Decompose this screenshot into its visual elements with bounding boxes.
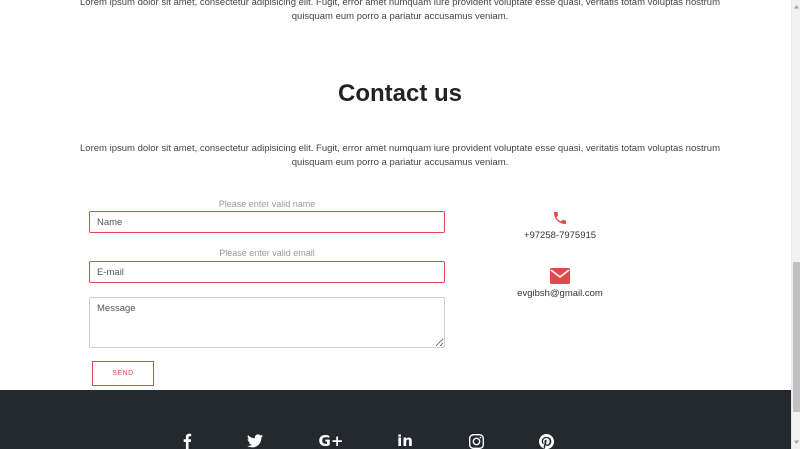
page-scrollbar[interactable] — [791, 0, 800, 449]
email-input[interactable] — [89, 261, 445, 283]
name-input[interactable] — [89, 211, 445, 233]
facebook-icon[interactable] — [175, 432, 199, 449]
twitter-glyph — [247, 434, 263, 448]
message-textarea[interactable] — [89, 297, 445, 348]
about-text: Lorem ipsum dolor sit amet, consectetur … — [80, 0, 720, 22]
google-plus-icon[interactable]: G+ — [318, 432, 344, 449]
pinterest-icon[interactable] — [534, 432, 558, 449]
scrollbar-thumb[interactable] — [793, 262, 800, 412]
google-plus-label: G+ — [318, 432, 344, 449]
instagram-glyph — [468, 433, 484, 449]
scroll-up-arrow-icon[interactable] — [793, 2, 800, 12]
name-validation-hint: Please enter valid name — [218, 199, 316, 209]
contact-lead-text: Lorem ipsum dolor sit amet, consectetur … — [80, 143, 720, 168]
scroll-down-arrow-icon[interactable] — [793, 437, 800, 447]
email-validation-hint: Please enter valid email — [219, 248, 315, 258]
phone-number: +97258-7975915 — [523, 230, 597, 241]
email-address: evgibsh@gmail.com — [517, 288, 603, 299]
phone-contact: +97258-7975915 — [480, 210, 640, 241]
email-contact: evgibsh@gmail.com — [480, 268, 640, 299]
linkedin-icon[interactable]: in — [393, 432, 417, 449]
pinterest-glyph — [538, 433, 554, 449]
twitter-icon[interactable] — [243, 432, 267, 449]
facebook-glyph — [183, 433, 192, 449]
envelope-icon — [550, 268, 570, 284]
page: Lorem ipsum dolor sit amet, consectetur … — [0, 0, 791, 449]
instagram-icon[interactable] — [464, 432, 488, 449]
send-button[interactable]: SEND — [92, 361, 154, 386]
linkedin-label: in — [397, 432, 413, 449]
phone-icon — [554, 212, 566, 224]
contact-title: Contact us — [337, 80, 462, 107]
